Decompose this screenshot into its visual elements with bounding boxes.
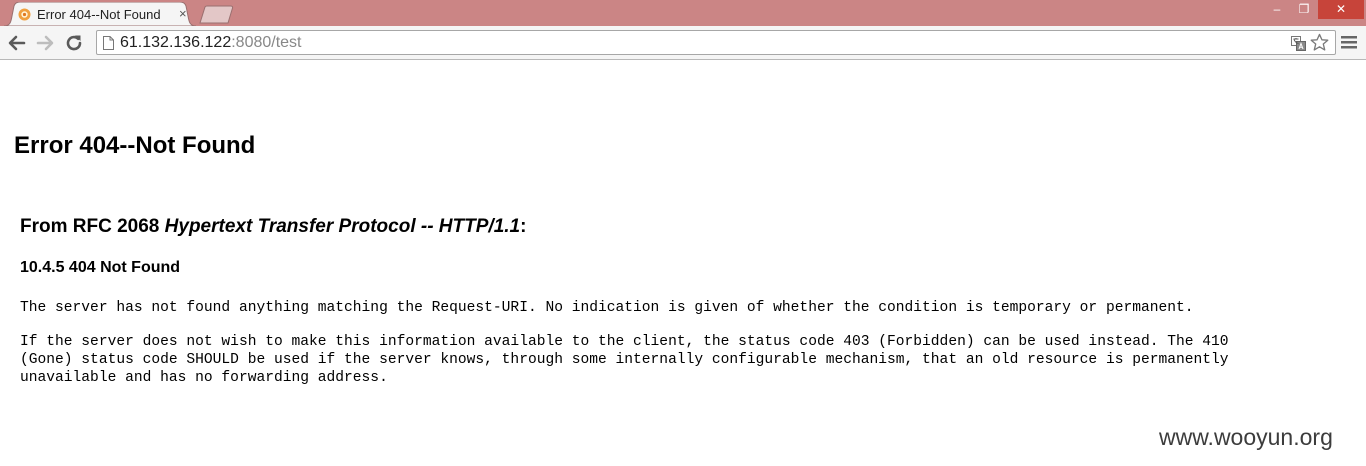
rfc-prefix: From RFC 2068 — [20, 216, 165, 237]
tab-close-icon[interactable]: × — [179, 7, 187, 21]
minimize-icon: ‒ — [1273, 2, 1281, 16]
restore-button[interactable]: ❐ — [1291, 0, 1317, 19]
back-arrow-icon[interactable] — [6, 32, 28, 54]
url-host: 61.132.136.122 — [120, 34, 232, 51]
page-title: Error 404--Not Found — [14, 132, 256, 159]
watermark: www.wooyun.org — [1159, 424, 1333, 450]
forward-arrow-icon[interactable] — [34, 32, 56, 54]
browser-toolbar: 61.132.136.122:8080/test — [0, 26, 1366, 60]
minimize-button[interactable]: ‒ — [1263, 0, 1291, 19]
window-close-button[interactable]: ✕ — [1318, 0, 1364, 19]
description-paragraph: The server has not found anything matchi… — [20, 300, 1194, 316]
restore-icon: ❐ — [1298, 2, 1310, 16]
address-bar[interactable]: 61.132.136.122:8080/test — [96, 30, 1336, 55]
reload-icon[interactable] — [63, 32, 85, 54]
page-content: Error 404--Not Found From RFC 2068 Hyper… — [0, 61, 1366, 466]
star-icon[interactable] — [1310, 33, 1329, 52]
window-close-icon: ✕ — [1335, 2, 1347, 16]
title-bar: Error 404--Not Found × ‒ ❐ ✕ — [0, 0, 1366, 26]
rfc-suffix: : — [520, 216, 527, 237]
url-port-path: :8080/test — [231, 34, 302, 51]
url-text: 61.132.136.122:8080/test — [120, 34, 302, 52]
new-tab-icon[interactable] — [198, 5, 236, 24]
section-heading: 10.4.5 404 Not Found — [20, 259, 181, 276]
rfc-heading: From RFC 2068 Hypertext Transfer Protoco… — [20, 216, 526, 238]
menu-icon[interactable] — [1341, 35, 1357, 49]
browser-tab[interactable]: Error 404--Not Found × — [4, 2, 196, 26]
translate-icon[interactable] — [1291, 36, 1306, 51]
rfc-title: Hypertext Transfer Protocol -- HTTP/1.1 — [164, 216, 521, 237]
page-icon — [103, 36, 114, 50]
tab-title: Error 404--Not Found — [37, 7, 161, 22]
favicon-icon — [18, 8, 31, 21]
forbidden-gone-paragraph: If the server does not wish to make this… — [20, 334, 1229, 386]
